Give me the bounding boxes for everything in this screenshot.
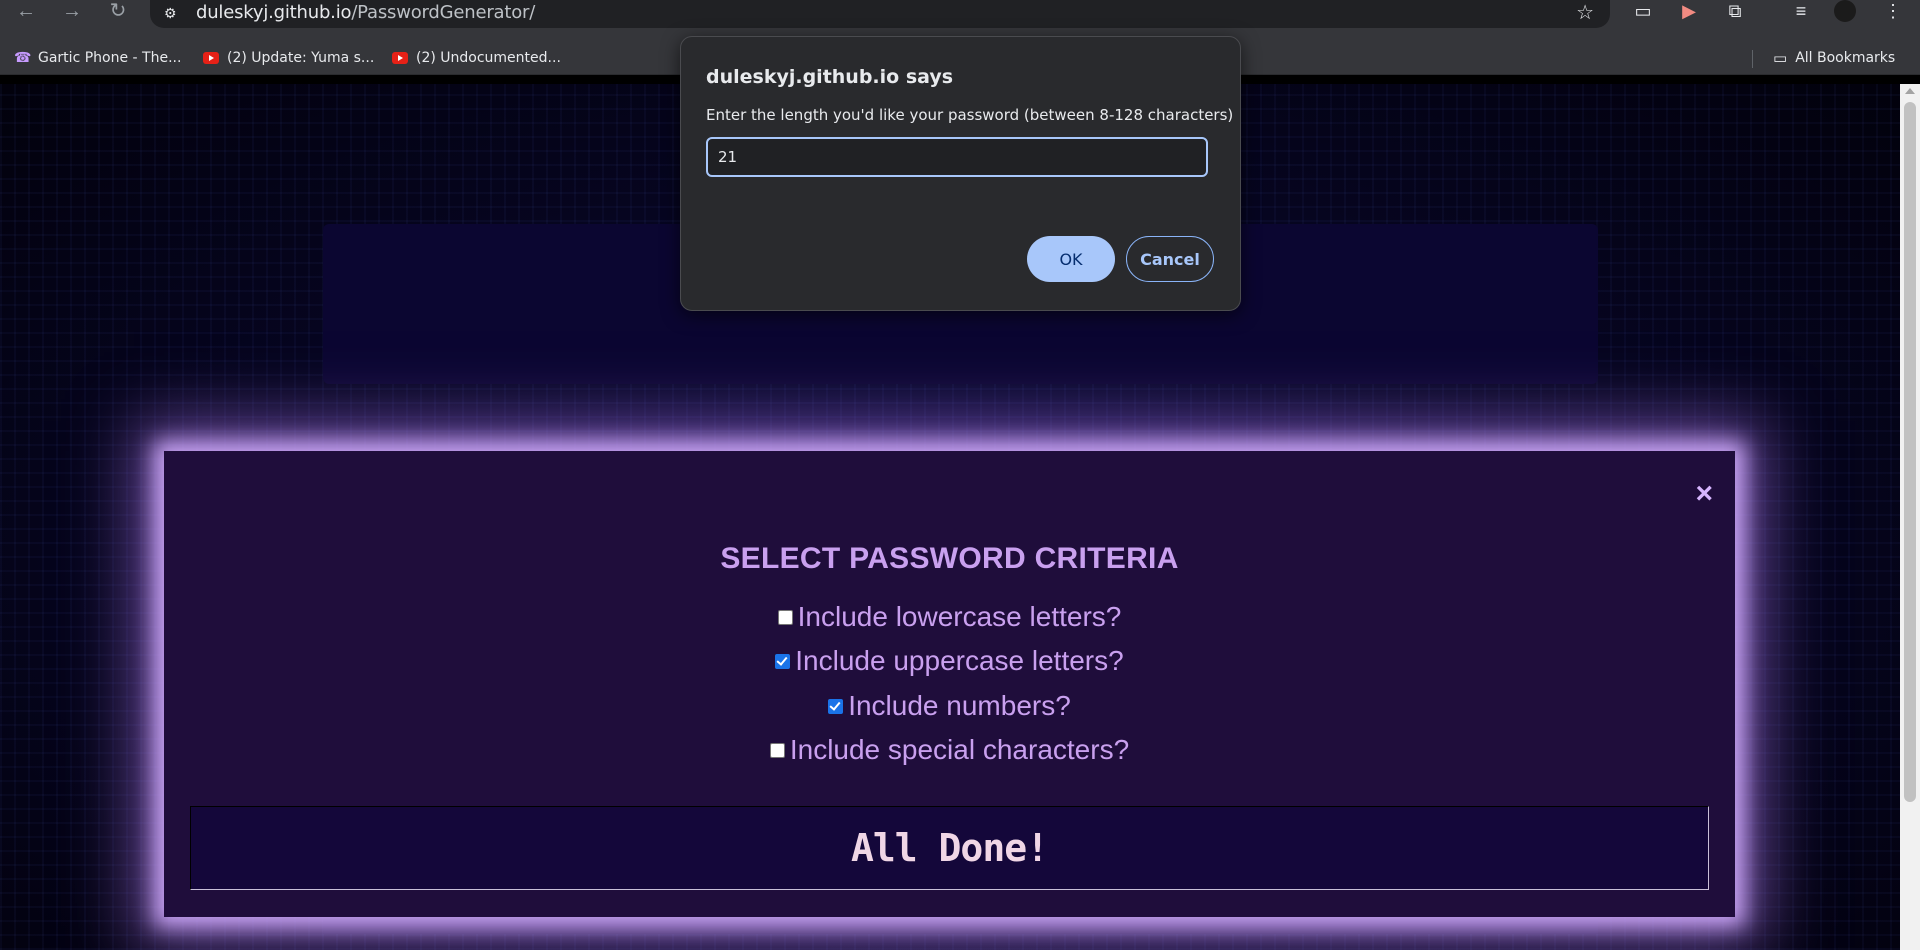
prompt-dialog: duleskyj.github.io says Enter the length… (680, 36, 1241, 311)
bookmark-label: (2) Update: Yuma s... (227, 50, 375, 66)
reload-icon[interactable]: ↻ (100, 0, 136, 24)
site-info-icon[interactable]: ⚙ (164, 4, 182, 22)
lowercase-checkbox[interactable] (777, 609, 793, 625)
bookmark-label: Gartic Phone - The... (38, 50, 182, 66)
folder-icon: ▭ (1773, 49, 1788, 67)
close-icon[interactable]: × (1695, 479, 1713, 509)
youtube-icon (203, 52, 219, 64)
bookmark-item[interactable]: ☎ Gartic Phone - The... (14, 48, 181, 68)
bookmarks-divider (1752, 50, 1753, 68)
criteria-label: Include uppercase letters? (795, 645, 1124, 676)
bookmark-item[interactable]: (2) Undocumented... (392, 48, 561, 68)
bookmark-item[interactable]: (2) Update: Yuma s... (203, 48, 374, 68)
dialog-title: duleskyj.github.io says (706, 66, 954, 88)
modal-title: SELECT PASSWORD CRITERIA (720, 542, 1179, 575)
criteria-special[interactable]: Include special characters? (164, 734, 1735, 766)
profile-avatar[interactable] (1834, 0, 1856, 22)
media-controls-icon[interactable]: ≡ (1788, 0, 1814, 24)
password-length-input[interactable] (706, 137, 1208, 177)
more-menu-icon[interactable]: ⋮ (1880, 0, 1906, 24)
bookmark-star-icon[interactable]: ☆ (1576, 0, 1594, 25)
criteria-label: Include lowercase letters? (797, 601, 1122, 632)
criteria-lowercase[interactable]: Include lowercase letters? (164, 601, 1735, 633)
dialog-message: Enter the length you'd like your passwor… (706, 106, 1234, 124)
scroll-up-arrow-icon[interactable] (1905, 88, 1915, 94)
numbers-checkbox[interactable] (828, 698, 844, 714)
criteria-numbers[interactable]: Include numbers? (164, 690, 1735, 722)
youtube-icon (392, 52, 408, 64)
all-done-button[interactable]: All Done! (190, 806, 1709, 890)
url-text[interactable]: duleskyj.github.io/PasswordGenerator/ (196, 2, 535, 23)
ok-button[interactable]: OK (1027, 236, 1115, 282)
uppercase-checkbox[interactable] (775, 653, 791, 669)
criteria-uppercase[interactable]: Include uppercase letters? (164, 645, 1735, 677)
bookmark-label: (2) Undocumented... (416, 50, 561, 66)
scrollbar-thumb[interactable] (1904, 102, 1916, 802)
criteria-modal: × SELECT PASSWORD CRITERIA Include lower… (164, 451, 1735, 917)
extensions-icon[interactable]: ⧉ (1722, 0, 1748, 24)
all-bookmarks-button[interactable]: ▭ All Bookmarks (1773, 48, 1895, 68)
url-path: /PasswordGenerator/ (351, 2, 536, 23)
address-bar[interactable]: ⚙ duleskyj.github.io/PasswordGenerator/ … (150, 0, 1610, 28)
phone-icon: ☎ (14, 50, 32, 66)
cast-icon[interactable]: ▭ (1630, 0, 1656, 24)
criteria-label: Include numbers? (848, 690, 1071, 721)
forward-arrow-icon[interactable]: → (54, 0, 90, 24)
cancel-button[interactable]: Cancel (1126, 236, 1214, 282)
url-host: duleskyj.github.io (196, 2, 352, 23)
all-bookmarks-label: All Bookmarks (1795, 50, 1896, 66)
special-checkbox[interactable] (769, 742, 785, 758)
criteria-label: Include special characters? (789, 734, 1130, 765)
record-icon[interactable]: ▶ (1676, 0, 1702, 24)
back-arrow-icon[interactable]: ← (8, 0, 44, 24)
page-scrollbar[interactable] (1900, 84, 1920, 950)
